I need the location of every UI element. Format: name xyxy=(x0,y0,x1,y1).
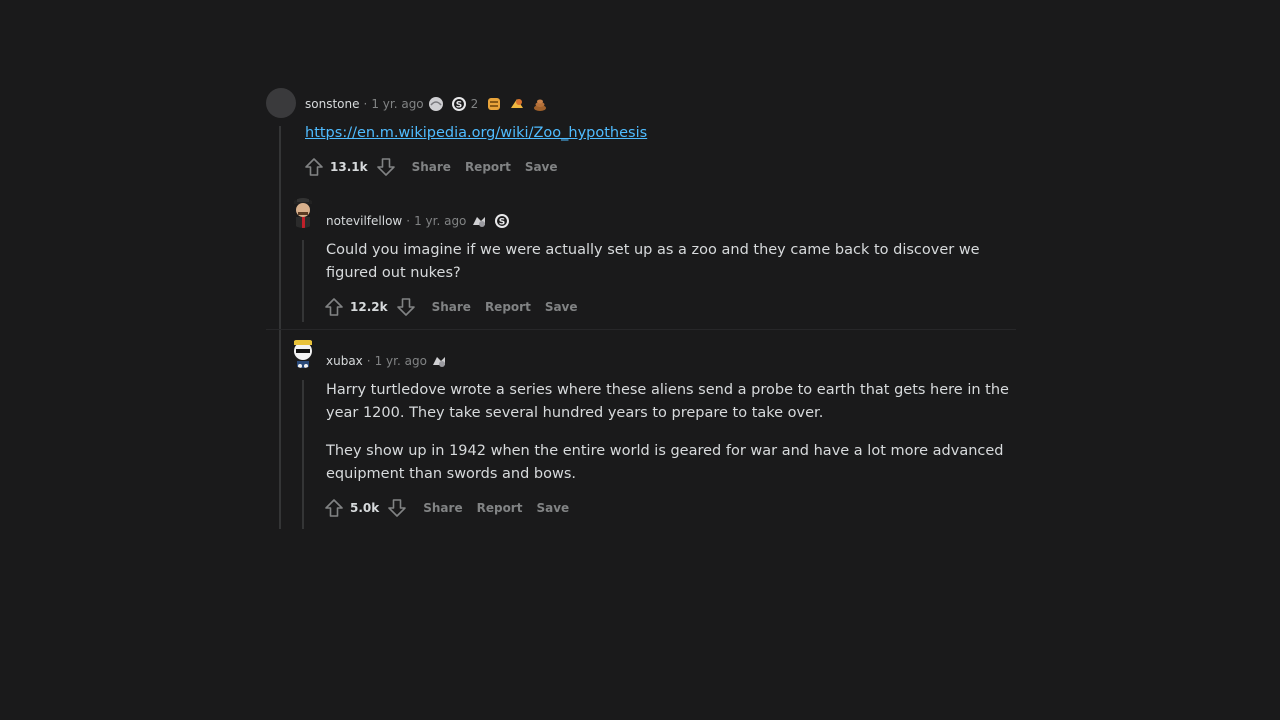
report-button[interactable]: Report xyxy=(477,501,523,515)
comment-meta: xubax · 1 yr. ago xyxy=(326,352,448,370)
gold-award-icon[interactable] xyxy=(485,96,502,113)
comment-paragraph: Harry turtledove wrote a series where th… xyxy=(326,382,1009,421)
awards: S xyxy=(470,213,510,230)
silver-award-icon[interactable] xyxy=(431,353,448,370)
arrow-down-icon xyxy=(396,298,415,316)
report-button[interactable]: Report xyxy=(485,300,531,314)
upvote-button[interactable] xyxy=(322,295,346,319)
username[interactable]: notevilfellow xyxy=(326,214,402,228)
vote-score: 12.2k xyxy=(350,300,388,314)
username[interactable]: xubax xyxy=(326,354,363,368)
awards: S 2 xyxy=(428,96,549,113)
upvote-button[interactable] xyxy=(302,155,326,179)
separator-dot: · xyxy=(406,214,411,228)
report-button[interactable]: Report xyxy=(465,160,511,174)
share-button[interactable]: Share xyxy=(412,160,451,174)
comment-body: Harry turtledove wrote a series where th… xyxy=(326,379,1016,485)
save-button[interactable]: Save xyxy=(545,300,578,314)
thread-line-root[interactable] xyxy=(279,126,281,529)
thread-line-reply-1[interactable] xyxy=(302,240,304,322)
arrow-up-icon xyxy=(325,298,343,316)
separator-dot: · xyxy=(366,354,371,368)
award-count: 2 xyxy=(470,97,479,111)
save-button[interactable]: Save xyxy=(536,501,569,515)
comment-thread: sonstone · 1 yr. ago S 2 https://en.m.wi… xyxy=(0,0,1280,720)
arrow-up-icon xyxy=(305,158,323,176)
share-button[interactable]: Share xyxy=(432,300,471,314)
comment-paragraph: They show up in 1942 when the entire wor… xyxy=(326,443,1004,482)
downvote-button[interactable] xyxy=(374,155,398,179)
avatar[interactable] xyxy=(288,338,318,368)
timestamp[interactable]: 1 yr. ago xyxy=(375,354,427,368)
helpful-award-icon[interactable]: S xyxy=(451,96,468,113)
poop-award-icon[interactable] xyxy=(531,96,548,113)
helpful-award-icon[interactable]: S xyxy=(493,213,510,230)
share-button[interactable]: Share xyxy=(423,501,462,515)
comment-body: Could you imagine if we were actually se… xyxy=(326,239,1016,284)
awards xyxy=(431,353,448,370)
wikipedia-link[interactable]: https://en.m.wikipedia.org/wiki/Zoo_hypo… xyxy=(305,125,647,141)
silver-award-icon[interactable] xyxy=(470,213,487,230)
svg-text:S: S xyxy=(456,101,462,111)
comment-meta: notevilfellow · 1 yr. ago S xyxy=(326,212,510,230)
wholesome-award-icon[interactable] xyxy=(508,96,525,113)
arrow-down-icon xyxy=(376,158,395,176)
comment-actions: 12.2k Share Report Save xyxy=(322,295,578,319)
avatar[interactable] xyxy=(266,88,296,118)
arrow-up-icon xyxy=(325,499,343,517)
separator-dot: · xyxy=(363,97,368,111)
avatar[interactable] xyxy=(288,198,318,228)
silver-award-icon[interactable] xyxy=(428,96,445,113)
arrow-down-icon xyxy=(388,499,407,517)
timestamp[interactable]: 1 yr. ago xyxy=(414,214,466,228)
thread-line-reply-2[interactable] xyxy=(302,380,304,529)
comment-actions: 13.1k Share Report Save xyxy=(302,155,558,179)
downvote-button[interactable] xyxy=(385,496,409,520)
timestamp[interactable]: 1 yr. ago xyxy=(371,97,423,111)
vote-score: 5.0k xyxy=(350,501,380,515)
comment-body: https://en.m.wikipedia.org/wiki/Zoo_hypo… xyxy=(305,122,1005,145)
comment-meta: sonstone · 1 yr. ago S 2 xyxy=(305,95,548,113)
username[interactable]: sonstone xyxy=(305,97,360,111)
comment-paragraph: Could you imagine if we were actually se… xyxy=(326,242,980,281)
downvote-button[interactable] xyxy=(394,295,418,319)
upvote-button[interactable] xyxy=(322,496,346,520)
comment-actions: 5.0k Share Report Save xyxy=(322,496,569,520)
vote-score: 13.1k xyxy=(330,160,368,174)
divider xyxy=(266,329,1016,330)
svg-text:S: S xyxy=(499,218,505,228)
save-button[interactable]: Save xyxy=(525,160,558,174)
